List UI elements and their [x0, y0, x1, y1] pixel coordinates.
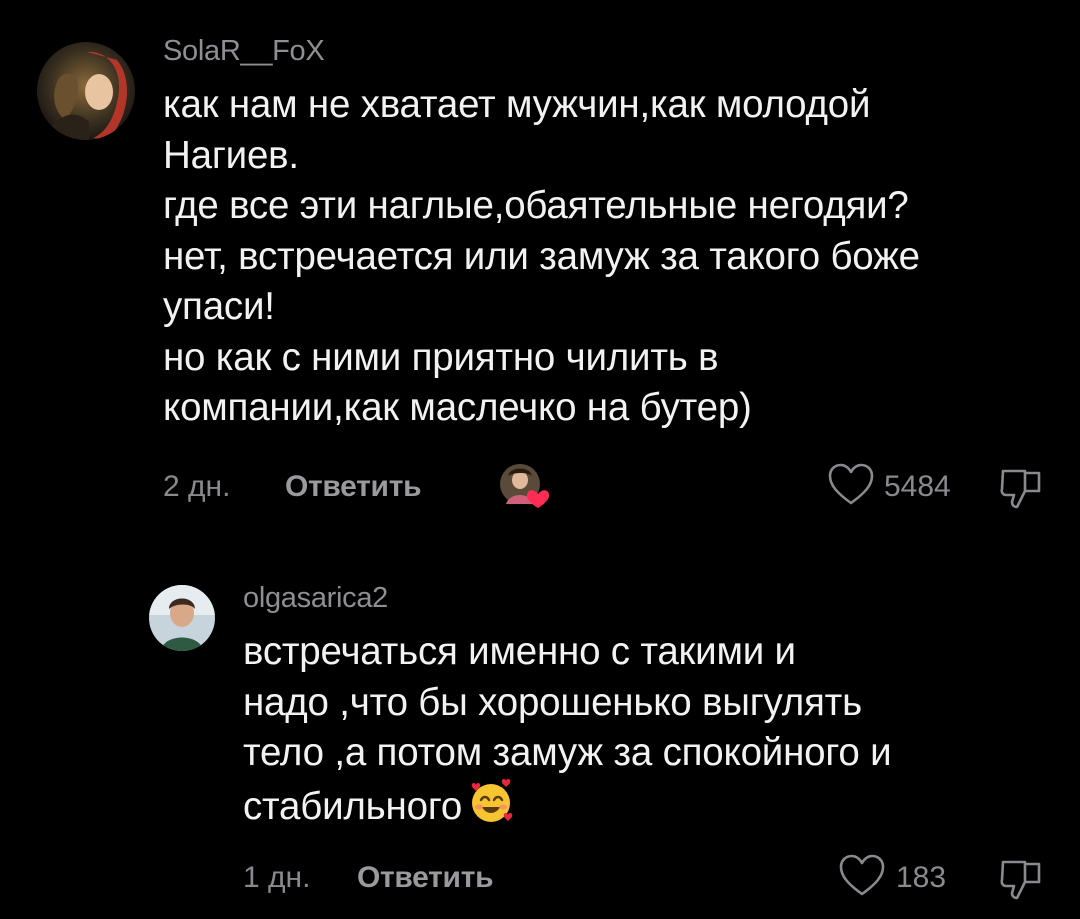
comment-text-line: стабильного: [243, 778, 891, 839]
comment-item: SolaR__FoX как нам не хватает мужчин,как…: [0, 0, 1080, 520]
comment-text-line: как нам не хватает мужчин,как молодой: [163, 83, 871, 126]
thumbs-down-icon: [1000, 860, 1041, 900]
comment-text: как нам не хватает мужчин,как молодой На…: [163, 80, 920, 434]
comment-text-line: где все эти наглые,обаятельные негодяи?: [163, 184, 909, 227]
comment-text-line: Нагиев.: [163, 133, 299, 177]
comment-text-line: надо ,что бы хорошенько выгулять: [243, 680, 862, 724]
comment-text-line: тело ,а потом замуж за спокойного и: [243, 731, 892, 774]
like-button[interactable]: [827, 462, 875, 508]
like-count: 5484: [884, 470, 951, 503]
reply-button[interactable]: Ответить: [285, 470, 422, 504]
comment-text-line: компании,как маслечко на бутер): [163, 386, 752, 429]
comment-username[interactable]: olgasarica2: [243, 582, 388, 615]
comment-text-line: нет, встречается или замуж за такого бож…: [163, 234, 920, 278]
dislike-button[interactable]: [997, 856, 1045, 904]
like-count: 183: [896, 861, 947, 894]
comment-text-line: упаси!: [163, 285, 275, 328]
creator-liked-badge: [498, 462, 554, 510]
comment-text-line: встречаться именно с такими и: [243, 630, 796, 673]
comment-text-fragment: стабильного: [243, 784, 463, 828]
creator-avatar-icon: [500, 464, 550, 508]
avatar-image: [149, 585, 215, 651]
smiling-face-with-hearts-icon: [468, 778, 514, 839]
comment-timestamp: 1 дн.: [243, 861, 311, 894]
heart-outline-icon: [839, 854, 885, 896]
dislike-button[interactable]: [997, 465, 1045, 513]
avatar-image: [37, 42, 135, 140]
avatar[interactable]: [37, 42, 135, 140]
reply-comment-item: olgasarica2 встречаться именно с такими …: [0, 560, 1080, 919]
avatar[interactable]: [149, 585, 215, 651]
comment-timestamp: 2 дн.: [163, 470, 231, 503]
thumbs-down-icon: [1000, 469, 1041, 509]
comment-username[interactable]: SolaR__FoX: [163, 35, 325, 68]
reply-button[interactable]: Ответить: [357, 861, 494, 895]
heart-badge-icon: [526, 490, 550, 508]
like-button[interactable]: [838, 853, 886, 899]
heart-outline-icon: [828, 463, 874, 505]
comment-text: встречаться именно с такими и надо ,что …: [243, 627, 892, 839]
comment-text-line: но как с ними приятно чилить в: [163, 335, 719, 379]
